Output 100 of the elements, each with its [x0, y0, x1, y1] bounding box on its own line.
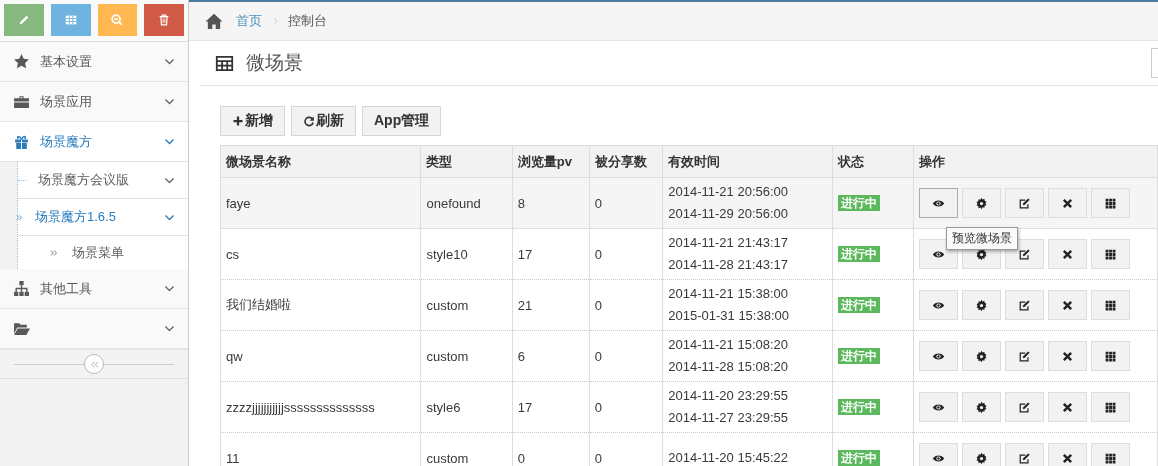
- column-header: 被分享数: [589, 145, 663, 178]
- table-cell: custom: [420, 432, 513, 466]
- status-badge: 进行中: [838, 347, 881, 364]
- preview-button[interactable]: [919, 188, 959, 218]
- grid-icon: [1104, 196, 1118, 210]
- table-cell: 11: [220, 432, 421, 466]
- gift-icon: [13, 133, 30, 150]
- delete-button[interactable]: [1048, 290, 1088, 320]
- grid-button[interactable]: [1091, 188, 1131, 218]
- close-icon: [1061, 451, 1075, 465]
- status-badge: 进行中: [838, 449, 881, 466]
- date-range-cell: 2014-11-20 15:45:22: [662, 432, 833, 466]
- grid-icon: [1104, 451, 1118, 465]
- settings-button[interactable]: [962, 341, 1002, 371]
- delete-button[interactable]: [1048, 341, 1088, 371]
- refresh-icon: [303, 115, 315, 127]
- settings-button[interactable]: [962, 188, 1002, 218]
- app-manage-button[interactable]: App管理: [362, 106, 442, 136]
- home-icon: [205, 12, 223, 30]
- column-header: 微场景名称: [220, 145, 421, 178]
- table-cell: 17: [512, 381, 590, 433]
- close-icon: [1061, 196, 1075, 210]
- table-cell: custom: [420, 279, 513, 331]
- grid-button[interactable]: [1091, 239, 1131, 269]
- edit-button[interactable]: [1005, 290, 1045, 320]
- date-range-cell: 2014-11-21 21:43:17 2014-11-28 21:43:17: [662, 228, 833, 280]
- zoom-out-icon: [110, 13, 125, 27]
- close-icon: [1061, 349, 1075, 363]
- add-button[interactable]: 新增: [220, 106, 285, 136]
- plus-icon: [232, 115, 244, 127]
- table-row[interactable]: faye onefound 8 0 2014-11-21 20:56:00 2014-11-29 20:56:00 进行中: [220, 177, 1158, 229]
- settings-icon: [975, 400, 989, 414]
- edit-button[interactable]: [1005, 341, 1045, 371]
- grid-button[interactable]: [1091, 341, 1131, 371]
- table-cell: 6: [512, 330, 590, 382]
- delete-button[interactable]: [1048, 239, 1088, 269]
- refresh-button[interactable]: 刷新: [291, 106, 356, 136]
- menu-label: 其他工具: [40, 279, 93, 298]
- edit-button[interactable]: [1005, 392, 1045, 422]
- column-header: 状态: [832, 145, 914, 178]
- breadcrumb-text: 控制台: [288, 12, 327, 30]
- edit-icon: [1018, 196, 1032, 210]
- table-cell: 0: [512, 432, 590, 466]
- table-cell: custom: [420, 330, 513, 382]
- date-range-cell: 2014-11-21 20:56:00 2014-11-29 20:56:00: [662, 177, 833, 229]
- status-badge: 进行中: [838, 296, 881, 313]
- table-cell: 0: [589, 330, 663, 382]
- double-arrow-icon: [15, 212, 24, 222]
- settings-icon: [975, 196, 989, 210]
- status-badge: 进行中: [838, 245, 881, 262]
- grid-icon: [1104, 400, 1118, 414]
- table-cell: 0: [589, 228, 663, 280]
- folder-icon: [13, 320, 30, 337]
- menu-label: 场景魔方: [40, 132, 93, 151]
- column-header: 类型: [420, 145, 513, 178]
- close-icon: [1061, 247, 1075, 261]
- settings-icon: [975, 298, 989, 312]
- menu-item[interactable]: 其他工具: [0, 269, 188, 309]
- settings-button[interactable]: [962, 290, 1002, 320]
- sitemap-icon: [13, 280, 30, 297]
- status-badge: 进行中: [838, 194, 881, 211]
- grid-icon: [1104, 298, 1118, 312]
- settings-icon: [975, 349, 989, 363]
- table-cell: qw: [220, 330, 421, 382]
- settings-button[interactable]: [962, 443, 1002, 466]
- edit-button[interactable]: [1005, 188, 1045, 218]
- briefcase-icon: [13, 93, 30, 110]
- settings-button[interactable]: [962, 392, 1002, 422]
- table-cell: faye: [220, 177, 421, 229]
- table-cell: style6: [420, 381, 513, 433]
- delete-button[interactable]: [1048, 392, 1088, 422]
- grid-icon: [1104, 247, 1118, 261]
- table-cell: cs: [220, 228, 421, 280]
- delete-button[interactable]: [1048, 443, 1088, 466]
- table-cell: 我们结婚啦: [220, 279, 421, 331]
- column-header: 有效时间: [662, 145, 833, 178]
- menu-label: 场景魔方1.6.5: [35, 208, 117, 226]
- column-header: 操作: [913, 145, 1158, 178]
- delete-shortcut-button[interactable]: [144, 4, 184, 36]
- grid-button[interactable]: [1091, 290, 1131, 320]
- date-range-cell: 2014-11-21 15:08:20 2014-11-28 15:08:20: [662, 330, 833, 382]
- edit-button[interactable]: [1005, 443, 1045, 466]
- menu-item[interactable]: 场景应用: [0, 82, 188, 122]
- grid-button[interactable]: [1091, 392, 1131, 422]
- close-icon: [1061, 298, 1075, 312]
- menu-label: 场景应用: [40, 92, 93, 111]
- grid-button[interactable]: [1091, 443, 1131, 466]
- menu-item[interactable]: 场景魔方: [0, 122, 188, 162]
- table-cell: 8: [512, 177, 590, 229]
- delete-button[interactable]: [1048, 188, 1088, 218]
- menu-item[interactable]: 基本设置: [0, 42, 188, 82]
- tooltip: 预览微场景: [946, 227, 1018, 250]
- grid-icon: [1104, 349, 1118, 363]
- table-cell: style10: [420, 228, 513, 280]
- menu-label: 基本设置: [40, 52, 93, 71]
- grid-icon: [63, 13, 78, 27]
- edit-icon: [1018, 349, 1032, 363]
- date-range-cell: 2014-11-20 23:29:55 2014-11-27 23:29:55: [662, 381, 833, 433]
- table-cell: 17: [512, 228, 590, 280]
- star-icon: [13, 53, 30, 70]
